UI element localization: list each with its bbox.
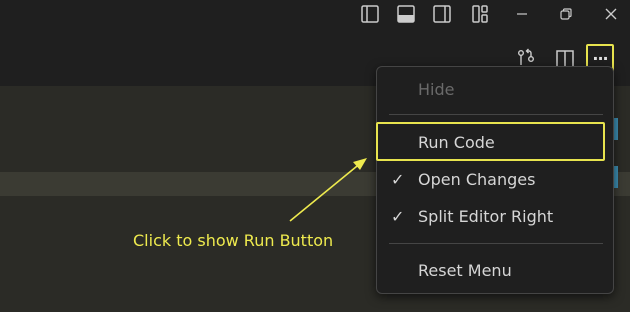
annotation-label: Click to show Run Button (133, 231, 334, 250)
annotation-arrow-icon (289, 158, 367, 222)
vscode-window: ··· Hide Run Code ✓ Open Changes ✓ Split… (0, 0, 630, 312)
